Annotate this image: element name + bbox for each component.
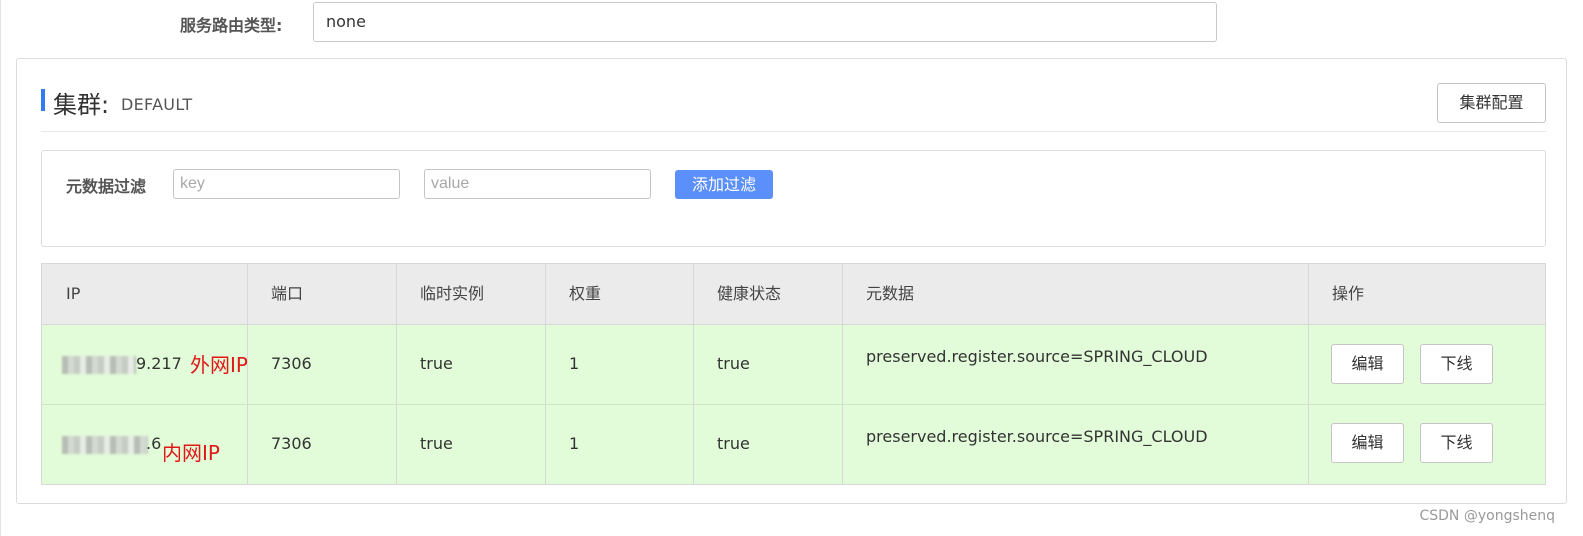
page-left-border bbox=[0, 0, 1, 536]
csdn-watermark: CSDN @yongshenq bbox=[1419, 508, 1555, 524]
header-ip: IP bbox=[66, 284, 81, 303]
ip-redaction-blur bbox=[62, 356, 136, 374]
port-cell: 7306 bbox=[271, 434, 312, 453]
edit-button[interactable]: 编辑 bbox=[1331, 423, 1404, 463]
ip-annotation: 外网IP bbox=[190, 353, 248, 377]
service-route-row: 服务路由类型: none bbox=[0, 0, 1583, 48]
metadata-cell: preserved.register.source=SPRING_CLOUD bbox=[866, 347, 1208, 366]
weight-cell: 1 bbox=[569, 354, 580, 373]
table-header: IP 端口 临时实例 权重 健康状态 元数据 操作 bbox=[42, 264, 1545, 325]
cluster-header: 集群: DEFAULT 集群配置 bbox=[41, 83, 1546, 132]
header-healthy: 健康状态 bbox=[717, 284, 782, 303]
offline-button[interactable]: 下线 bbox=[1420, 344, 1493, 384]
column-divider bbox=[1308, 264, 1309, 484]
ip-cell: 9.217 bbox=[136, 354, 182, 373]
filter-key-input[interactable] bbox=[173, 169, 400, 199]
cluster-panel: 集群: DEFAULT 集群配置 元数据过滤 添加过滤 IP 端口 临时实例 权… bbox=[16, 58, 1567, 504]
metadata-filter-box: 元数据过滤 添加过滤 bbox=[41, 150, 1546, 247]
instance-table: IP 端口 临时实例 权重 健康状态 元数据 操作 9.217 外网IP 730… bbox=[41, 263, 1546, 485]
healthy-cell: true bbox=[717, 434, 750, 453]
offline-button[interactable]: 下线 bbox=[1420, 423, 1493, 463]
cluster-name: DEFAULT bbox=[121, 95, 193, 114]
column-divider bbox=[545, 264, 546, 484]
ip-redaction-blur bbox=[62, 436, 148, 454]
header-metadata: 元数据 bbox=[866, 284, 915, 303]
cluster-title: 集群: bbox=[53, 91, 110, 119]
metadata-filter-label: 元数据过滤 bbox=[66, 177, 147, 196]
table-row: 9.217 外网IP 7306 true 1 true preserved.re… bbox=[42, 325, 1545, 405]
column-divider bbox=[247, 264, 248, 484]
header-weight: 权重 bbox=[569, 284, 602, 303]
title-accent-bar bbox=[41, 89, 45, 111]
route-type-label: 服务路由类型: bbox=[180, 16, 283, 35]
header-ephemeral: 临时实例 bbox=[420, 284, 485, 303]
cluster-config-button[interactable]: 集群配置 bbox=[1437, 83, 1546, 123]
header-port: 端口 bbox=[271, 284, 304, 303]
metadata-cell: preserved.register.source=SPRING_CLOUD bbox=[866, 427, 1208, 446]
table-row: .6 内网IP 7306 true 1 true preserved.regis… bbox=[42, 405, 1545, 484]
port-cell: 7306 bbox=[271, 354, 312, 373]
filter-value-input[interactable] bbox=[424, 169, 651, 199]
weight-cell: 1 bbox=[569, 434, 580, 453]
column-divider bbox=[842, 264, 843, 484]
column-divider bbox=[693, 264, 694, 484]
header-operations: 操作 bbox=[1332, 284, 1365, 303]
route-type-field[interactable]: none bbox=[313, 2, 1217, 42]
ip-cell: .6 bbox=[146, 434, 162, 453]
ephemeral-cell: true bbox=[420, 354, 453, 373]
add-filter-button[interactable]: 添加过滤 bbox=[675, 170, 773, 199]
ephemeral-cell: true bbox=[420, 434, 453, 453]
edit-button[interactable]: 编辑 bbox=[1331, 344, 1404, 384]
ip-annotation: 内网IP bbox=[162, 441, 220, 465]
column-divider bbox=[396, 264, 397, 484]
healthy-cell: true bbox=[717, 354, 750, 373]
